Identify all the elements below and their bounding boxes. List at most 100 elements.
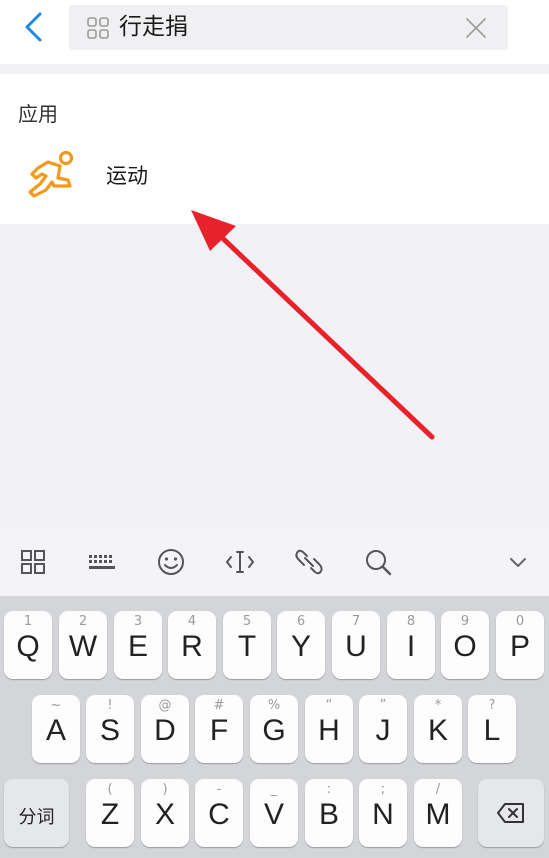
key-d[interactable]: @ D (141, 695, 189, 763)
key-h[interactable]: “H (305, 695, 353, 763)
key-label: D (154, 714, 176, 747)
key-b[interactable]: :B (305, 779, 353, 847)
keyboard-icon[interactable] (86, 546, 118, 578)
running-man-icon (28, 150, 74, 198)
key-hint: 9 (460, 614, 470, 629)
key-hint: 0 (515, 614, 525, 629)
search-input[interactable]: 行走捐 (69, 5, 508, 50)
fenci-key[interactable]: 分词 (4, 779, 69, 847)
key-label: O (453, 630, 477, 663)
key-w[interactable]: 2W (59, 611, 107, 679)
key-hint: “ (325, 698, 333, 713)
key-label: I (406, 630, 416, 663)
apps-grid-icon[interactable] (17, 546, 49, 578)
key-x[interactable]: ) X (141, 779, 189, 847)
key-l[interactable]: ? L (468, 695, 516, 763)
key-label: G (262, 714, 286, 747)
keyboard-toolbar (0, 528, 549, 596)
key-hint: / (435, 782, 441, 797)
key-hint: _ (270, 782, 278, 797)
search-icon[interactable] (362, 546, 394, 578)
search-query[interactable]: 行走捐 (119, 13, 188, 41)
top-bar: 行走捐 (0, 0, 549, 64)
link-icon[interactable] (293, 546, 325, 578)
key-hint: ” (379, 698, 387, 713)
key-hint: * (434, 698, 442, 713)
cursor-icon[interactable] (224, 546, 256, 578)
key-label: W (68, 630, 98, 663)
key-z[interactable]: (Z (86, 779, 134, 847)
key-hint: ? (488, 698, 496, 713)
app-label: 运动 (106, 164, 148, 188)
close-icon[interactable] (465, 17, 487, 39)
key-hint: ) (162, 782, 168, 797)
key-label: K (427, 714, 448, 747)
key-f[interactable]: # F (195, 695, 243, 763)
key-n[interactable]: ; N (359, 779, 407, 847)
key-y[interactable]: 6Y (277, 611, 325, 679)
key-hint: 1 (23, 614, 33, 629)
key-u[interactable]: 7U (332, 611, 380, 679)
key-j[interactable]: ” J (359, 695, 407, 763)
key-label: Q (16, 630, 40, 663)
key-label: L (483, 714, 501, 747)
key-hint: 2 (78, 614, 88, 629)
key-label: C (208, 798, 230, 831)
search-results: 应用 运动 (0, 74, 549, 224)
key-hint: # (213, 698, 225, 713)
key-hint: ( (107, 782, 113, 797)
chevron-left-icon[interactable] (18, 10, 52, 44)
key-hint: - (216, 782, 222, 797)
key-label: Y (290, 630, 311, 663)
chevron-down-icon[interactable] (502, 546, 534, 578)
app-result-item[interactable]: 运动 (0, 140, 549, 210)
key-q[interactable]: 1Q (4, 611, 52, 679)
grid-icon (87, 17, 109, 39)
key-m[interactable]: / M (414, 779, 462, 847)
key-k[interactable]: * K (414, 695, 462, 763)
key-o[interactable]: 9O (441, 611, 489, 679)
key-v[interactable]: _ V (250, 779, 298, 847)
key-label: A (45, 714, 66, 747)
key-p[interactable]: 0P (496, 611, 544, 679)
key-label: N (372, 798, 394, 831)
key-label: T (237, 630, 257, 663)
key-hint: 5 (242, 614, 252, 629)
key-hint: ~ (50, 698, 62, 713)
backspace-icon (497, 803, 524, 823)
key-s[interactable]: ! S (86, 695, 134, 763)
keyboard: 1Q 2W 3E 4R 5T 6Y 7U 8I 9O 0P ~ A ! S @ D #… (0, 596, 549, 858)
key-label: F (209, 714, 229, 747)
key-label: H (318, 714, 340, 747)
key-r[interactable]: 4R (168, 611, 216, 679)
key-label: J (375, 714, 391, 747)
key-a[interactable]: ~ A (32, 695, 80, 763)
key-label: V (263, 798, 284, 831)
key-hint: ! (107, 698, 113, 713)
key-hint: 6 (296, 614, 306, 629)
key-hint: % (267, 698, 281, 713)
key-hint: 8 (406, 614, 416, 629)
key-hint: 4 (187, 614, 197, 629)
key-label: Z (100, 798, 120, 831)
key-hint: ; (380, 782, 386, 797)
key-label: E (127, 630, 148, 663)
key-g[interactable]: % G (250, 695, 298, 763)
key-label: X (154, 798, 175, 831)
key-label: R (181, 630, 203, 663)
key-hint: 7 (351, 614, 361, 629)
backspace-key[interactable] (478, 779, 544, 847)
key-label: M (425, 798, 451, 831)
section-title-apps: 应用 (18, 102, 58, 126)
key-i[interactable]: 8I (387, 611, 435, 679)
key-hint: @ (158, 698, 172, 713)
key-c[interactable]: -C (195, 779, 243, 847)
key-e[interactable]: 3E (114, 611, 162, 679)
emoji-icon[interactable] (155, 546, 187, 578)
key-label: S (99, 714, 120, 747)
key-label: P (509, 630, 530, 663)
key-label: U (345, 630, 367, 663)
key-label: 分词 (18, 807, 55, 828)
key-t[interactable]: 5T (223, 611, 271, 679)
key-hint: 3 (133, 614, 143, 629)
